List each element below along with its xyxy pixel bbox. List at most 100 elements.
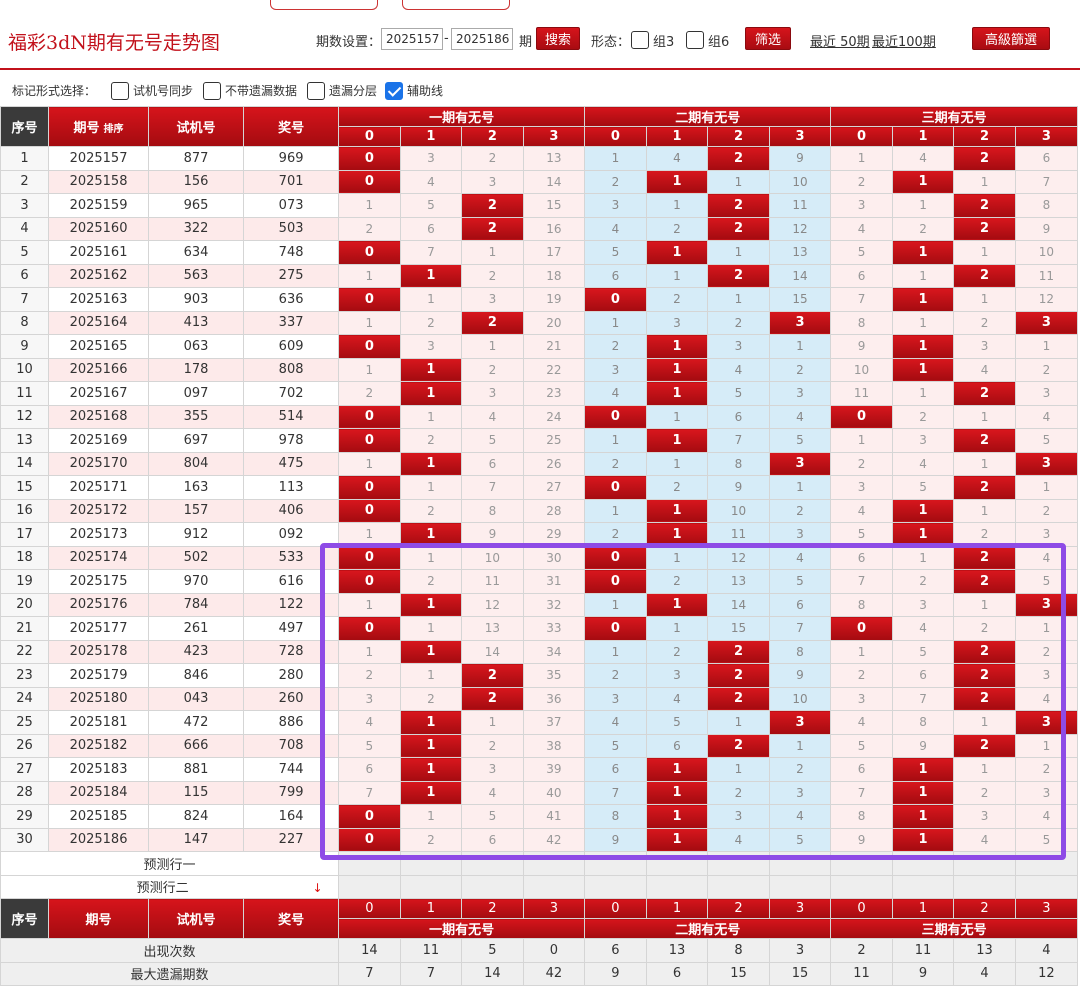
row-prize: 164: [243, 804, 340, 829]
miss-cell: 5: [584, 240, 647, 265]
row-prize: 636: [243, 287, 340, 312]
predict-cell[interactable]: [645, 874, 709, 899]
row-prize: 701: [243, 169, 340, 194]
predict-cell[interactable]: [891, 874, 955, 899]
row-prize: 748: [243, 240, 340, 265]
miss-cell: 5: [399, 193, 463, 218]
predict-cell[interactable]: [522, 851, 586, 876]
predict-row-1-label: 预测行一: [0, 851, 340, 876]
footer-sub-col: 1: [399, 898, 463, 919]
recent-100-link[interactable]: 最近100期: [872, 31, 936, 50]
hit-cell: 1: [645, 827, 709, 852]
col-header-period[interactable]: 期号 排序: [48, 106, 150, 147]
predict-cell[interactable]: [399, 851, 463, 876]
search-button[interactable]: 搜索: [536, 27, 580, 50]
predict-cell[interactable]: [645, 851, 709, 876]
miss-cell: 1: [953, 451, 1016, 476]
row-prize: 260: [243, 686, 340, 711]
row-period: 2025158: [48, 169, 150, 194]
top-tab-2[interactable]: [402, 0, 510, 10]
predict-cell[interactable]: [1014, 851, 1079, 876]
predict-cell[interactable]: [830, 874, 893, 899]
period-from-input[interactable]: 2025157: [381, 28, 443, 50]
miss-cell: 1: [645, 451, 709, 476]
filter-button[interactable]: 筛选: [745, 27, 791, 50]
footer-sub-col: 3: [768, 898, 832, 919]
miss-cell: 1: [645, 263, 709, 288]
miss-cell: 1: [338, 522, 401, 547]
miss-cell: 1: [1014, 733, 1079, 758]
period-to-input[interactable]: 2025186: [451, 28, 513, 50]
miss-cell: 4: [768, 545, 832, 570]
table-row: 21 2025177 261 497 0 1 13 33 0 1 15 7 0 4 2 1: [0, 616, 1079, 641]
miss-cell: 11: [1014, 263, 1079, 288]
predict-cell[interactable]: [768, 874, 832, 899]
miss-cell: 2: [399, 686, 463, 711]
predict-cell[interactable]: [707, 874, 770, 899]
row-trial: 877: [148, 146, 245, 171]
predict-cell[interactable]: [338, 851, 401, 876]
miss-layer-checkbox[interactable]: [307, 82, 325, 100]
predict-cell[interactable]: [768, 851, 832, 876]
stat-value: 11: [399, 938, 463, 963]
zu6-checkbox[interactable]: [686, 31, 704, 49]
miss-cell: 1: [830, 639, 893, 664]
miss-cell: 2: [707, 310, 770, 335]
sub-col-header: 0: [584, 126, 647, 147]
hit-cell: 2: [707, 733, 770, 758]
stat-value: 14: [338, 938, 401, 963]
predict-cell[interactable]: [461, 874, 524, 899]
footer-sub-col: 2: [461, 898, 524, 919]
row-trial: 178: [148, 357, 245, 382]
no-miss-data-checkbox[interactable]: [203, 82, 221, 100]
hit-cell: 2: [461, 686, 524, 711]
trial-sync-checkbox[interactable]: [111, 82, 129, 100]
miss-cell: 2: [891, 569, 955, 594]
predict-cell[interactable]: [584, 851, 647, 876]
miss-cell: 4: [830, 498, 893, 523]
miss-cell: 4: [953, 357, 1016, 382]
predict-cell[interactable]: [891, 851, 955, 876]
predict-cell[interactable]: [830, 851, 893, 876]
miss-cell: 2: [584, 451, 647, 476]
aux-line-checkbox[interactable]: [385, 82, 403, 100]
hit-cell: 3: [768, 451, 832, 476]
trial-sync-label: 试机号同步: [133, 84, 194, 98]
miss-cell: 1: [891, 310, 955, 335]
footer-sub-col: 1: [891, 898, 955, 919]
miss-cell: 6: [584, 757, 647, 782]
predict-cell[interactable]: [522, 874, 586, 899]
zu3-checkbox[interactable]: [631, 31, 649, 49]
arrow-down-icon[interactable]: ↓: [309, 881, 322, 895]
miss-cell: 8: [830, 592, 893, 617]
table-row: 30 2025186 147 227 0 2 6 42 9 1 4 5 9 1 4 5: [0, 827, 1079, 852]
stat-value: 13: [953, 938, 1016, 963]
row-trial: 666: [148, 733, 245, 758]
predict-cell[interactable]: [584, 874, 647, 899]
miss-cell: 10: [768, 686, 832, 711]
predict-cell[interactable]: [1014, 874, 1079, 899]
advanced-filter-button[interactable]: 高級篩選: [972, 27, 1050, 50]
recent-50-link[interactable]: 最近 50期: [810, 31, 870, 50]
predict-cell[interactable]: [461, 851, 524, 876]
miss-cell: 2: [584, 334, 647, 359]
predict-cell[interactable]: [399, 874, 463, 899]
row-prize: 978: [243, 428, 340, 453]
miss-cell: 23: [522, 381, 586, 406]
predict-cell[interactable]: [338, 874, 401, 899]
miss-cell: 1: [707, 710, 770, 735]
row-trial: 097: [148, 381, 245, 406]
table-row: 20 2025176 784 122 1 1 12 32 1 1 14 6 8 3 1 3: [0, 592, 1079, 617]
miss-cell: 3: [1014, 522, 1079, 547]
table-row: 18 2025174 502 533 0 1 10 30 0 1 12 4 6 1 2 4: [0, 545, 1079, 570]
row-period: 2025160: [48, 216, 150, 241]
sort-label[interactable]: 排序: [104, 124, 124, 135]
predict-cell[interactable]: [953, 874, 1016, 899]
top-tab-1[interactable]: [270, 0, 378, 10]
predict-cell[interactable]: [707, 851, 770, 876]
miss-cell: 6: [645, 733, 709, 758]
miss-cell: 3: [461, 757, 524, 782]
row-period: 2025159: [48, 193, 150, 218]
miss-cell: 1: [707, 287, 770, 312]
predict-cell[interactable]: [953, 851, 1016, 876]
